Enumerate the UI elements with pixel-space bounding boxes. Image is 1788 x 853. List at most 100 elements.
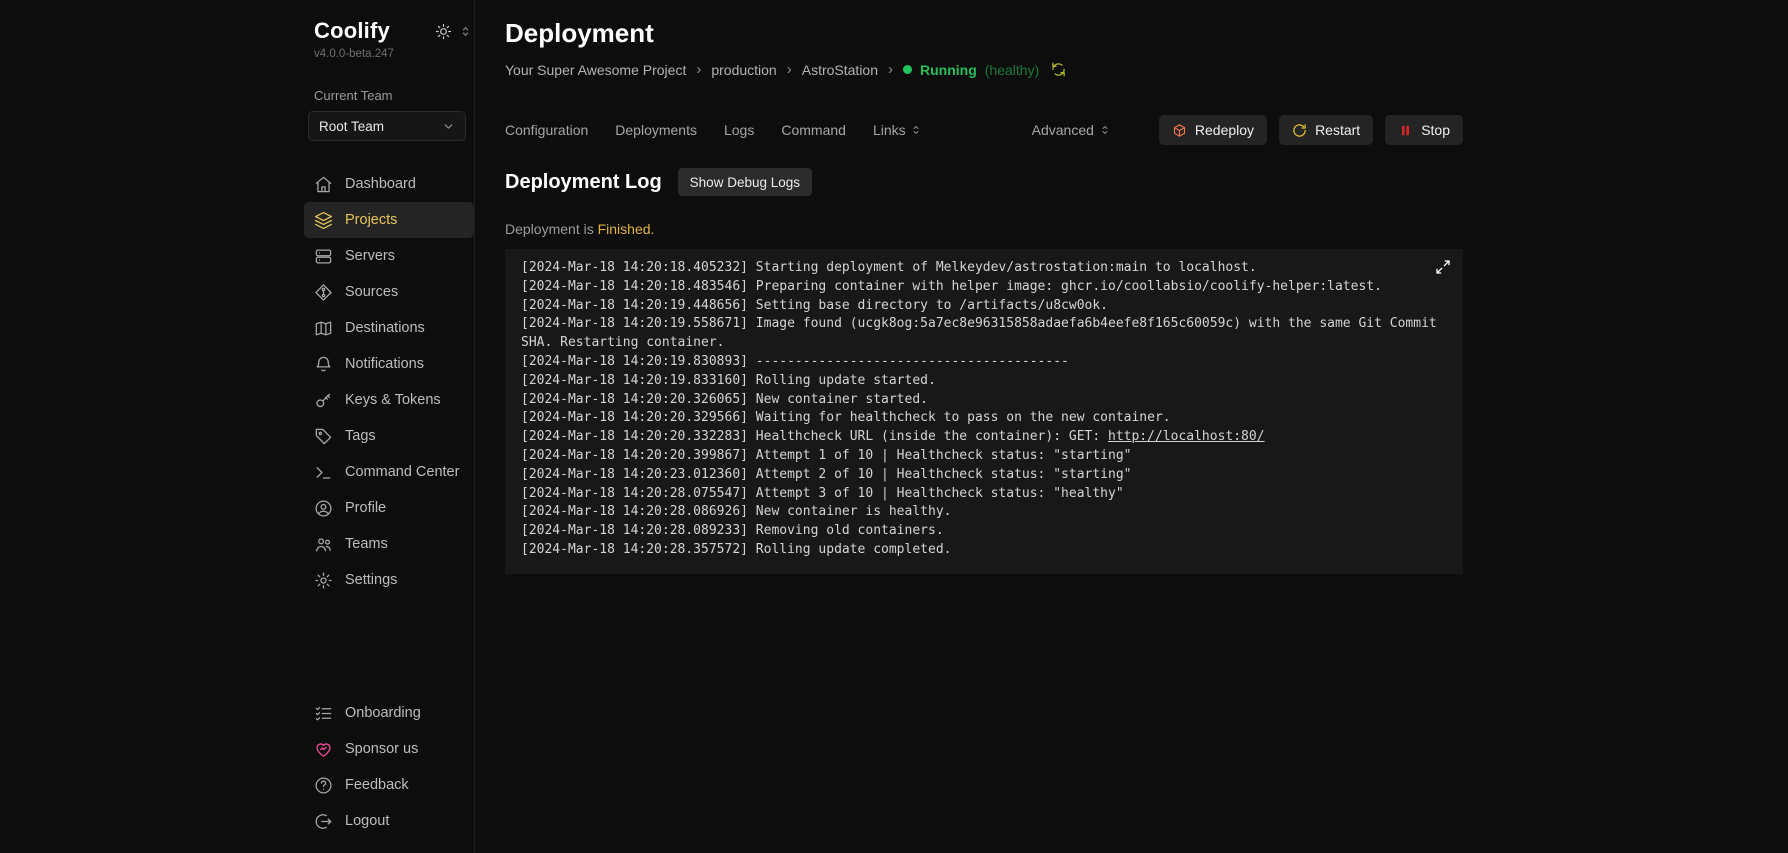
- package-icon: [1172, 123, 1187, 138]
- logout-icon: [314, 812, 333, 831]
- sidebar-item-label: Feedback: [345, 777, 409, 793]
- log-line: [2024-Mar-18 14:20:19.830893] ----------…: [521, 353, 1069, 369]
- sidebar-item-settings[interactable]: Settings: [304, 562, 474, 598]
- layers-icon: [314, 211, 333, 230]
- sidebar-item-label: Sources: [345, 284, 399, 300]
- main-content: Deployment Your Super Awesome Project › …: [475, 0, 1788, 853]
- tab-command[interactable]: Command: [781, 122, 846, 138]
- sidebar-item-dashboard[interactable]: Dashboard: [304, 166, 474, 202]
- healthcheck-url-link[interactable]: http://localhost:80/: [1108, 429, 1265, 444]
- app-logo[interactable]: Coolify: [314, 18, 390, 44]
- log-line: [2024-Mar-18 14:20:20.326065] New contai…: [521, 391, 928, 407]
- log-line: [2024-Mar-18 14:20:19.448656] Setting ba…: [521, 297, 1108, 313]
- refresh-status-icon[interactable]: [1051, 62, 1066, 77]
- pause-bars-icon: [1398, 123, 1413, 138]
- key-icon: [314, 391, 333, 410]
- team-select[interactable]: Root Team: [308, 111, 466, 141]
- chevron-down-icon: [442, 120, 455, 133]
- sidebar-item-keys-tokens[interactable]: Keys & Tokens: [304, 382, 474, 418]
- breadcrumb: Your Super Awesome Project › production …: [505, 61, 1463, 78]
- tab-configuration[interactable]: Configuration: [505, 122, 588, 138]
- sidebar-item-onboarding[interactable]: Onboarding: [304, 695, 474, 731]
- tab-logs[interactable]: Logs: [724, 122, 754, 138]
- breadcrumb-environment[interactable]: production: [711, 62, 776, 78]
- sidebar-item-label: Onboarding: [345, 705, 421, 721]
- chevrons-updown-icon: [1099, 124, 1111, 136]
- tabs-row: Configuration Deployments Logs Command L…: [505, 115, 1463, 145]
- log-line: [2024-Mar-18 14:20:19.833160] Rolling up…: [521, 372, 936, 388]
- help-circle-icon: [314, 776, 333, 795]
- restart-button[interactable]: Restart: [1279, 115, 1374, 145]
- expand-icon[interactable]: [1435, 259, 1451, 275]
- status-badge: Running (healthy): [903, 62, 1039, 78]
- sidebar-item-notifications[interactable]: Notifications: [304, 346, 474, 382]
- sidebar-item-label: Notifications: [345, 356, 424, 372]
- sidebar-item-sources[interactable]: Sources: [304, 274, 474, 310]
- sidebar-item-tags[interactable]: Tags: [304, 418, 474, 454]
- deployment-status-line: Deployment is Finished.: [505, 221, 655, 237]
- advanced-menu[interactable]: Advanced: [1032, 122, 1111, 138]
- breadcrumb-separator: ›: [696, 61, 702, 78]
- sidebar-item-label: Projects: [345, 212, 398, 228]
- sidebar-item-destinations[interactable]: Destinations: [304, 310, 474, 346]
- server-icon: [314, 247, 333, 266]
- sidebar-item-label: Logout: [345, 813, 390, 829]
- status-dot: [903, 65, 912, 74]
- current-team-label: Current Team: [314, 88, 393, 103]
- sidebar-item-label: Settings: [345, 572, 398, 588]
- log-line: [2024-Mar-18 14:20:20.329566] Waiting fo…: [521, 410, 1171, 426]
- breadcrumb-project[interactable]: Your Super Awesome Project: [505, 62, 686, 78]
- home-icon: [314, 175, 333, 194]
- tag-icon: [314, 427, 333, 446]
- sidebar-item-projects[interactable]: Projects: [304, 202, 474, 238]
- sidebar-item-label: Dashboard: [345, 176, 416, 192]
- sidebar-item-command-center[interactable]: Command Center: [304, 454, 474, 490]
- sidebar-item-label: Servers: [345, 248, 395, 264]
- breadcrumb-separator: ›: [888, 61, 893, 78]
- section-title: Deployment Log: [505, 170, 662, 193]
- theme-sun-icon[interactable]: [435, 23, 452, 40]
- team-select-value: Root Team: [319, 118, 385, 134]
- log-line: [2024-Mar-18 14:20:28.089233] Removing o…: [521, 523, 944, 539]
- sidebar-footer: Onboarding Sponsor us Feedback Logout: [304, 695, 474, 839]
- sidebar-item-profile[interactable]: Profile: [304, 490, 474, 526]
- stop-button[interactable]: Stop: [1385, 115, 1463, 145]
- map-icon: [314, 319, 333, 338]
- sidebar-item-logout[interactable]: Logout: [304, 803, 474, 839]
- log-line: [2024-Mar-18 14:20:18.405232] Starting d…: [521, 260, 1257, 275]
- sidebar-item-label: Tags: [345, 428, 376, 444]
- redeploy-button[interactable]: Redeploy: [1158, 115, 1268, 145]
- deployment-status-value: Finished.: [597, 221, 655, 237]
- git-source-icon: [314, 283, 333, 302]
- sidebar-item-sponsor[interactable]: Sponsor us: [304, 731, 474, 767]
- deployment-log: [2024-Mar-18 14:20:18.405232] Starting d…: [505, 249, 1463, 574]
- show-debug-logs-button[interactable]: Show Debug Logs: [677, 168, 812, 196]
- sidebar-item-feedback[interactable]: Feedback: [304, 767, 474, 803]
- sidebar-menu: Dashboard Projects Servers Sources Desti…: [304, 166, 474, 598]
- chevrons-updown-icon: [910, 124, 922, 136]
- log-line: [2024-Mar-18 14:20:28.075547] Attempt 3 …: [521, 485, 1124, 501]
- restart-icon: [1292, 123, 1307, 138]
- sidebar-item-label: Sponsor us: [345, 741, 419, 757]
- breadcrumb-application[interactable]: AstroStation: [802, 62, 878, 78]
- app-version: v4.0.0-beta.247: [314, 48, 394, 60]
- theme-selector-chevrons-icon[interactable]: [459, 25, 472, 38]
- status-health: (healthy): [984, 61, 1040, 78]
- log-line-with-link: [2024-Mar-18 14:20:20.332283] Healthchec…: [521, 429, 1265, 445]
- sidebar-item-teams[interactable]: Teams: [304, 526, 474, 562]
- action-buttons: Redeploy Restart Stop: [1158, 115, 1463, 145]
- log-line: [2024-Mar-18 14:20:20.399867] Attempt 1 …: [521, 447, 1132, 463]
- checklist-icon: [314, 704, 333, 723]
- sidebar: Coolify v4.0.0-beta.247 Current Team Roo…: [0, 0, 475, 853]
- sidebar-item-servers[interactable]: Servers: [304, 238, 474, 274]
- tab-deployments[interactable]: Deployments: [615, 122, 697, 138]
- log-line: [2024-Mar-18 14:20:19.558671] Image foun…: [521, 316, 1445, 351]
- gear-icon: [314, 571, 333, 590]
- log-line: [2024-Mar-18 14:20:28.357572] Rolling up…: [521, 541, 952, 557]
- sidebar-item-label: Command Center: [345, 464, 460, 480]
- log-line: [2024-Mar-18 14:20:18.483546] Preparing …: [521, 278, 1382, 294]
- sidebar-item-label: Teams: [345, 536, 388, 552]
- sidebar-item-label: Destinations: [345, 320, 425, 336]
- sidebar-item-label: Profile: [345, 500, 387, 516]
- tab-links[interactable]: Links: [873, 122, 922, 138]
